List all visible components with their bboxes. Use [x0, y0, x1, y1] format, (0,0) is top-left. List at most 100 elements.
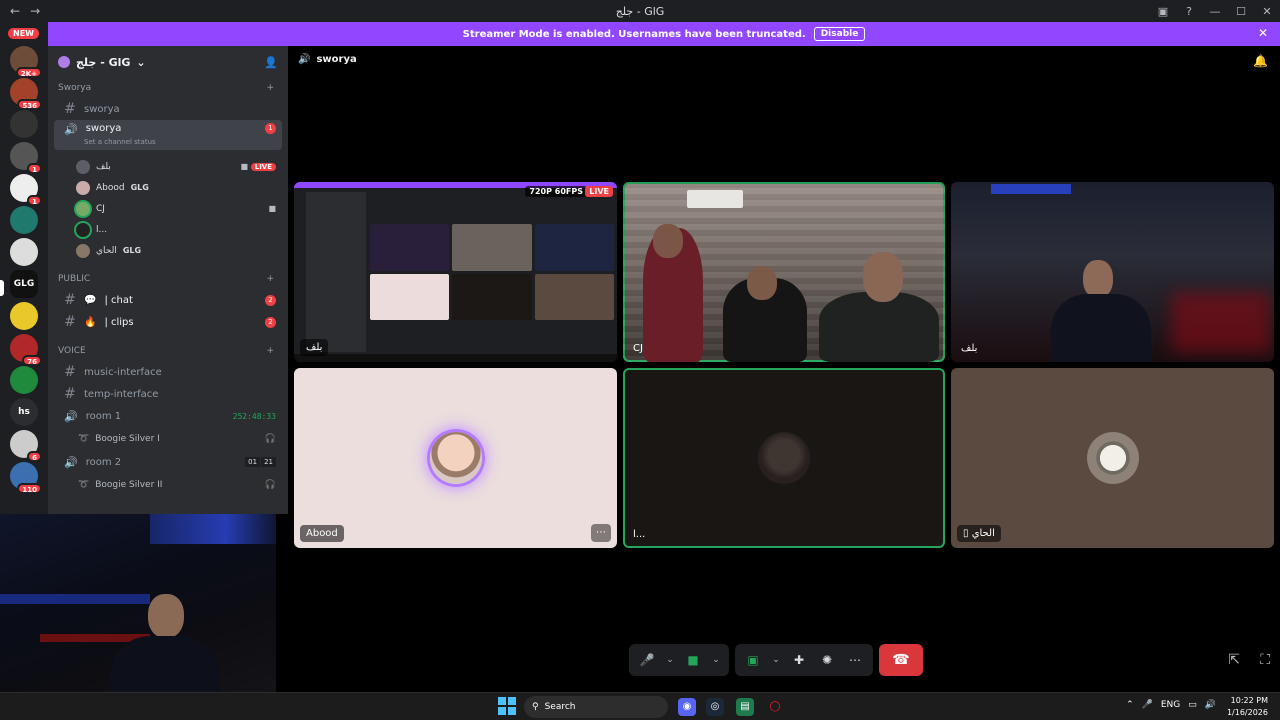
fullscreen-icon[interactable]: ⛶: [1260, 652, 1270, 668]
category-sworya[interactable]: Sworya +: [48, 78, 288, 98]
server-icon[interactable]: [10, 110, 38, 138]
avatar-tile-alhay[interactable]: ▯ الحاي: [951, 368, 1274, 548]
clock[interactable]: 10:22 PM 1/16/2026: [1227, 695, 1268, 719]
taskbar-search[interactable]: ⚲ Search: [524, 696, 668, 718]
maximize-button[interactable]: ☐: [1228, 5, 1254, 18]
inbox-monitor-icon[interactable]: ▣: [1150, 5, 1176, 18]
streamer-webcam-overlay: [0, 514, 276, 692]
server-icon[interactable]: [10, 206, 38, 234]
server-icon[interactable]: [10, 366, 38, 394]
disable-button[interactable]: Disable: [813, 27, 866, 41]
soundboard-icon[interactable]: ✺: [815, 653, 839, 667]
forward-arrow-icon[interactable]: →: [30, 4, 40, 18]
category-public[interactable]: PUBLIC +: [48, 269, 288, 289]
video-tile-cam[interactable]: بلف: [951, 182, 1274, 362]
steam-taskbar-icon[interactable]: ◎: [706, 698, 724, 716]
mention-badge: 2K+: [15, 67, 42, 78]
start-button[interactable]: [498, 697, 516, 715]
user-avatar: [1086, 432, 1139, 484]
voice-member[interactable]: الحاي GLG: [48, 240, 288, 261]
close-icon[interactable]: ✕: [1258, 26, 1268, 40]
server-icon[interactable]: hs: [10, 398, 38, 426]
server-icon[interactable]: 2K+: [10, 46, 42, 78]
opera-taskbar-icon[interactable]: ◯: [766, 698, 784, 716]
voice-member[interactable]: CJ ■: [48, 198, 288, 219]
disconnect-button[interactable]: ☎: [879, 644, 923, 676]
app-taskbar-icon[interactable]: ▤: [736, 698, 754, 716]
invite-user-icon[interactable]: 👤: [264, 56, 278, 69]
language-indicator[interactable]: ENG: [1161, 700, 1180, 710]
server-icon[interactable]: 110: [10, 462, 42, 494]
back-arrow-icon[interactable]: ←: [10, 4, 20, 18]
inbox-icon[interactable]: 🔔: [1253, 54, 1268, 68]
tile-name-label: CJ: [633, 343, 643, 354]
member-name: Boogie Silver I: [95, 434, 160, 444]
text-channel-music-interface[interactable]: # music-interface: [54, 361, 282, 383]
voice-channel-room-1[interactable]: 🔊 room 1 252:48:33: [54, 405, 282, 427]
member-name: Boogie Silver II: [95, 480, 163, 490]
voice-member[interactable]: ➰ Boogie Silver I 🎧: [48, 427, 288, 451]
server-icon[interactable]: 536: [10, 78, 42, 110]
channel-label: room 1: [85, 410, 122, 422]
avatar: [76, 201, 90, 216]
camera-icon[interactable]: ■: [681, 653, 705, 667]
more-options-button[interactable]: ⋯: [591, 524, 611, 542]
avatar-tile-abood[interactable]: Abood ⋯: [294, 368, 617, 548]
text-channel-temp-interface[interactable]: # temp-interface: [54, 383, 282, 405]
server-icon[interactable]: [10, 238, 38, 266]
voice-channel-sworya[interactable]: 🔊 sworya Set a channel status 1: [54, 120, 282, 150]
chevron-down-icon[interactable]: ⌄: [769, 655, 783, 665]
voice-member[interactable]: l...: [48, 219, 288, 240]
screen-share-icon[interactable]: ▣: [741, 653, 765, 667]
clock-date: 1/16/2026: [1226, 708, 1268, 717]
speaker-icon: 🔊: [64, 409, 78, 423]
voice-channel-room-2[interactable]: 🔊 room 2 01 21: [54, 451, 282, 473]
popout-icon[interactable]: ⇱: [1228, 652, 1240, 668]
server-icon[interactable]: [10, 302, 38, 330]
add-channel-icon[interactable]: +: [266, 83, 274, 93]
text-channel-chat[interactable]: # 💬 | chat 2: [54, 289, 282, 311]
channel-label: sworya: [85, 123, 122, 134]
discord-taskbar-icon[interactable]: ◉: [678, 698, 696, 716]
streamer-mode-banner: Streamer Mode is enabled. Usernames have…: [48, 22, 1280, 46]
microphone-icon[interactable]: 🎤: [635, 653, 659, 667]
chevron-up-icon[interactable]: ⌃: [1126, 700, 1134, 710]
member-name: Abood: [96, 182, 125, 193]
add-channel-icon[interactable]: +: [266, 274, 274, 284]
microphone-tray-icon[interactable]: 🎤: [1142, 700, 1153, 710]
hash-icon: #: [64, 386, 76, 402]
more-icon[interactable]: ⋯: [843, 653, 867, 667]
server-name: جلج - GlG: [76, 55, 131, 69]
avatar-tile-l[interactable]: l...: [623, 368, 945, 548]
category-label: VOICE: [58, 346, 86, 356]
activities-icon[interactable]: ✚: [787, 653, 811, 667]
close-window-button[interactable]: ✕: [1254, 5, 1280, 18]
text-channel-sworya[interactable]: # sworya: [54, 98, 282, 120]
voice-member[interactable]: بلف ■ LIVE: [48, 156, 288, 177]
volume-icon[interactable]: 🔊: [1205, 700, 1216, 710]
help-icon[interactable]: ?: [1176, 5, 1202, 18]
category-voice[interactable]: VOICE +: [48, 341, 288, 361]
voice-member[interactable]: Abood GLG: [48, 177, 288, 198]
window-title: جلج - GlG: [615, 4, 665, 18]
server-icon[interactable]: 1: [10, 174, 42, 206]
tile-name-label: l...: [633, 529, 646, 540]
chevron-down-icon[interactable]: ⌄: [709, 655, 723, 665]
server-header[interactable]: جلج - GlG ⌄ 👤: [48, 46, 288, 78]
voice-member[interactable]: ➰ Boogie Silver II 🎧: [48, 473, 288, 497]
new-badge[interactable]: NEW: [8, 28, 39, 39]
server-icon[interactable]: 76: [10, 334, 42, 366]
speaker-icon: 🔊: [298, 54, 311, 65]
add-channel-icon[interactable]: +: [266, 346, 274, 356]
server-icon[interactable]: 6: [10, 430, 42, 462]
system-tray: ⌃ 🎤 ENG ▭ 🔊: [1126, 700, 1216, 710]
network-icon[interactable]: ▭: [1188, 700, 1197, 710]
text-channel-clips[interactable]: # 🔥 | clips 2: [54, 311, 282, 333]
channel-status[interactable]: Set a channel status: [84, 138, 156, 146]
server-icon[interactable]: 1: [10, 142, 42, 174]
video-tile-cj[interactable]: CJ: [623, 182, 945, 362]
current-server-icon[interactable]: GLG: [10, 270, 38, 298]
screen-share-tile[interactable]: 720P 60FPS LIVE بلف: [294, 182, 617, 362]
minimize-button[interactable]: —: [1202, 5, 1228, 18]
chevron-down-icon[interactable]: ⌄: [663, 655, 677, 665]
